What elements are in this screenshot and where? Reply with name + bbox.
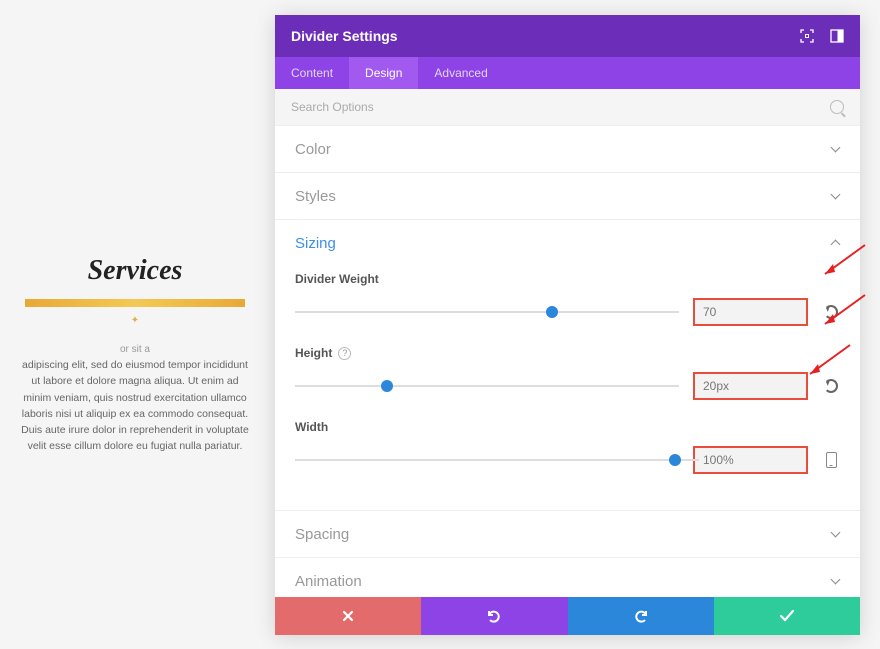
panel-header: Divider Settings bbox=[275, 15, 860, 57]
tab-design[interactable]: Design bbox=[349, 57, 418, 89]
preview-body-text: adipiscing elit, sed do eiusmod tempor i… bbox=[15, 357, 255, 455]
cancel-button[interactable] bbox=[275, 597, 421, 635]
preview-title: Services bbox=[15, 255, 255, 287]
reset-button[interactable] bbox=[822, 377, 840, 395]
save-button[interactable] bbox=[714, 597, 860, 635]
undo-icon bbox=[824, 305, 838, 319]
input-divider-weight[interactable] bbox=[693, 298, 808, 326]
redo-button[interactable] bbox=[568, 597, 714, 635]
snap-icon[interactable] bbox=[830, 29, 844, 43]
preview-sparkle: ✦ bbox=[15, 315, 255, 326]
help-icon[interactable]: ? bbox=[338, 347, 351, 360]
preview-fragment: or sit a bbox=[15, 344, 255, 355]
section-title-animation: Animation bbox=[295, 573, 830, 590]
section-color: Color bbox=[275, 125, 860, 172]
section-sizing: Sizing Divider Weight bbox=[275, 219, 860, 510]
label-height: Height bbox=[295, 346, 332, 360]
slider-divider-weight[interactable] bbox=[295, 304, 679, 320]
control-height: Height ? bbox=[295, 346, 840, 400]
section-styles: Styles bbox=[275, 172, 860, 219]
responsive-button[interactable] bbox=[822, 451, 840, 469]
undo-button[interactable] bbox=[421, 597, 567, 635]
reset-button[interactable] bbox=[822, 303, 840, 321]
input-height[interactable] bbox=[693, 372, 808, 400]
input-width[interactable] bbox=[693, 446, 808, 474]
undo-icon bbox=[485, 609, 503, 623]
tabs: Content Design Advanced bbox=[275, 57, 860, 89]
section-head-spacing[interactable]: Spacing bbox=[275, 511, 860, 557]
panel-footer bbox=[275, 597, 860, 635]
preview-divider bbox=[25, 299, 245, 307]
section-title-spacing: Spacing bbox=[295, 526, 830, 543]
section-title-color: Color bbox=[295, 141, 830, 158]
panel-title: Divider Settings bbox=[291, 28, 800, 44]
chevron-down-icon bbox=[830, 576, 840, 586]
tab-advanced[interactable]: Advanced bbox=[418, 57, 503, 89]
section-title-styles: Styles bbox=[295, 188, 830, 205]
close-icon bbox=[341, 609, 355, 623]
chevron-down-icon bbox=[830, 529, 840, 539]
section-head-styles[interactable]: Styles bbox=[275, 173, 860, 219]
tab-content[interactable]: Content bbox=[275, 57, 349, 89]
expand-icon[interactable] bbox=[800, 29, 814, 43]
search-placeholder: Search Options bbox=[291, 100, 830, 114]
search-icon[interactable] bbox=[830, 100, 844, 114]
section-head-sizing[interactable]: Sizing bbox=[275, 220, 860, 266]
section-head-color[interactable]: Color bbox=[275, 126, 860, 172]
sections: Color Styles Sizing Divider Weight bbox=[275, 125, 860, 597]
slider-height[interactable] bbox=[295, 378, 679, 394]
label-divider-weight: Divider Weight bbox=[295, 272, 840, 286]
chevron-up-icon bbox=[830, 238, 840, 248]
check-icon bbox=[779, 609, 795, 623]
chevron-down-icon bbox=[830, 191, 840, 201]
preview-pane: Services ✦ or sit a adipiscing elit, sed… bbox=[15, 255, 255, 455]
slider-width[interactable] bbox=[295, 452, 699, 468]
settings-panel: Divider Settings Content Design Advanced… bbox=[275, 15, 860, 635]
section-animation: Animation bbox=[275, 557, 860, 597]
search-row[interactable]: Search Options bbox=[275, 89, 860, 125]
control-divider-weight: Divider Weight bbox=[295, 272, 840, 326]
redo-icon bbox=[632, 609, 650, 623]
section-body-sizing: Divider Weight Height ? bbox=[275, 266, 860, 510]
section-spacing: Spacing bbox=[275, 510, 860, 557]
chevron-down-icon bbox=[830, 144, 840, 154]
smartphone-icon bbox=[826, 452, 837, 468]
section-head-animation[interactable]: Animation bbox=[275, 558, 860, 597]
label-width: Width bbox=[295, 420, 840, 434]
control-width: Width bbox=[295, 420, 840, 474]
undo-icon bbox=[824, 379, 838, 393]
section-title-sizing: Sizing bbox=[295, 235, 830, 252]
